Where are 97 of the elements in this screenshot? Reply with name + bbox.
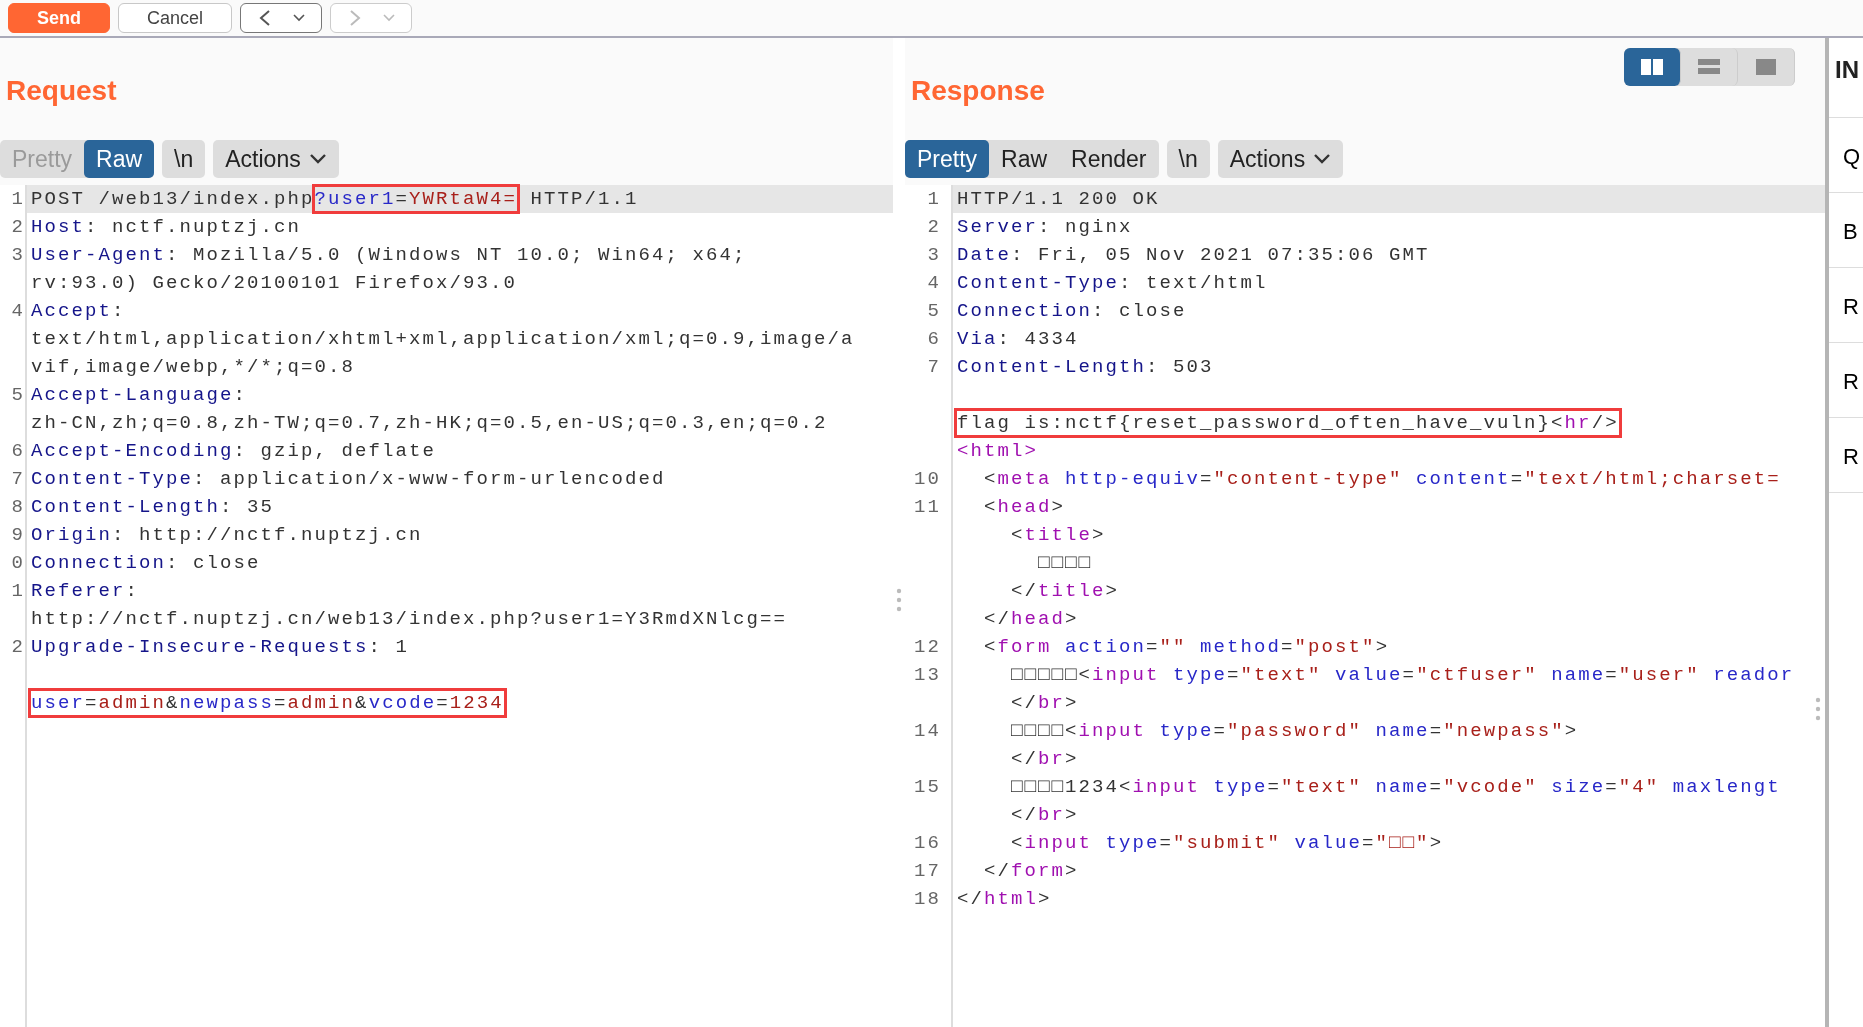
line-number: 2 <box>926 215 941 240</box>
layout-toggle[interactable] <box>1624 48 1681 86</box>
square-icon <box>1754 58 1778 76</box>
code-line: Accept: <box>30 299 127 324</box>
view-tab[interactable]: Raw <box>84 140 155 178</box>
code-line: </form> <box>983 859 1080 884</box>
code-line: Connection: close <box>30 551 262 576</box>
code-line: Origin: http://nctf.nuptzj.cn <box>30 523 424 548</box>
line-number: 16 <box>913 831 941 856</box>
code-line: Content-Length: 35 <box>30 495 276 520</box>
view-tab[interactable]: Render <box>1059 140 1159 178</box>
code-line: </br> <box>1010 691 1080 716</box>
line-number: 14 <box>913 719 941 744</box>
line-number: 18 <box>913 887 941 912</box>
code-line: vif,image/webp,*/*;q=0.8 <box>30 355 357 380</box>
code-line: </head> <box>983 607 1080 632</box>
caret-icon <box>293 14 306 22</box>
caret-icon <box>383 14 396 22</box>
code-line: Content-Length: 503 <box>956 355 1215 380</box>
line-number: 11 <box>913 495 941 520</box>
inspector-item[interactable]: R <box>1829 418 1863 493</box>
code-line: Accept-Language: <box>30 383 249 408</box>
chevron-down-icon <box>308 153 327 165</box>
newline-toggle[interactable]: \n <box>1166 140 1210 178</box>
code-line: </br> <box>1010 803 1080 828</box>
panel-title: Response <box>911 74 1045 108</box>
code-line: □□□□1234<input type="text" name="vcode" size="4" maxlengt <box>1010 775 1782 800</box>
inspector-item[interactable]: B <box>1829 193 1863 268</box>
code-line: <title> <box>1010 523 1107 548</box>
grip-icon <box>896 588 902 612</box>
code-line: Accept-Encoding: gzip, deflate <box>30 439 438 464</box>
line-number: 12 <box>913 635 941 660</box>
line-number: 17 <box>913 859 941 884</box>
code-line: Via: 4334 <box>956 327 1080 352</box>
code-line: Referer: <box>30 579 141 604</box>
code-line: </br> <box>1010 747 1080 772</box>
line-number: 1 <box>10 187 25 212</box>
code-line: □□□□<input type="password" name="newpass"> <box>1010 719 1580 744</box>
line-number: 1 <box>10 579 25 604</box>
line-number: 15 <box>913 775 941 800</box>
actions-button[interactable]: Actions <box>213 140 339 178</box>
code-line: Content-Type: text/html <box>956 271 1269 296</box>
code-line: <input type="submit" value="□□"> <box>1010 831 1445 856</box>
actions-button[interactable]: Actions <box>1217 140 1344 178</box>
back-button[interactable] <box>240 3 323 33</box>
line-number: 2 <box>10 215 25 240</box>
code-line: text/html,application/xhtml+xml,application/xml;q=0.9,image/a <box>30 327 856 352</box>
columns-icon <box>1640 58 1664 76</box>
code-line: flag is:nctf{reset_password_often_have_vuln}<hr/> <box>956 411 1620 436</box>
line-number: 10 <box>913 467 941 492</box>
code-line: <meta http-equiv="content-type" content="text/html;charset= <box>983 467 1782 492</box>
code-line: rv:93.0) Gecko/20100101 Firefox/93.0 <box>30 271 519 296</box>
line-number: 4 <box>10 299 25 324</box>
view-tab[interactable]: Pretty <box>905 140 990 178</box>
line-number: 8 <box>10 495 25 520</box>
view-tab[interactable]: Raw <box>989 140 1060 178</box>
code-line: <form action="" method="post"> <box>983 635 1391 660</box>
code-line: □□□□□<input type="text" value="ctfuser" name="user" reador <box>1010 663 1796 688</box>
line-number: 3 <box>926 243 941 268</box>
newline-toggle[interactable]: \n <box>162 140 206 178</box>
code-line: </title> <box>1010 579 1121 604</box>
code-line: User-Agent: Mozilla/5.0 (Windows NT 10.0; Win64; x64; <box>30 243 748 268</box>
line-number: 4 <box>926 271 941 296</box>
line-number: 7 <box>926 355 941 380</box>
inspector-item[interactable]: Q <box>1829 118 1863 193</box>
code-line: user=admin&newpass=admin&vcode=1234 <box>30 691 505 716</box>
code-line: □□□□ <box>1037 551 1094 576</box>
inspector-item[interactable]: R <box>1829 343 1863 418</box>
code-line: zh-CN,zh;q=0.8,zh-TW;q=0.7,zh-HK;q=0.5,en-US;q=0.3,en;q=0.2 <box>30 411 829 436</box>
line-number: 6 <box>10 439 25 464</box>
chevron-down-icon <box>1313 153 1332 165</box>
code-line: Connection: close <box>956 299 1188 324</box>
cancel-button[interactable]: Cancel <box>118 3 233 33</box>
code-line: </html> <box>956 887 1053 912</box>
line-number: 0 <box>10 551 25 576</box>
line-number: 2 <box>10 635 25 660</box>
line-number: 9 <box>10 523 25 548</box>
line-number: 5 <box>10 383 25 408</box>
line-number: 7 <box>10 467 25 492</box>
code-line: http://nctf.nuptzj.cn/web13/index.php?user1=Y3RmdXNlcg== <box>30 607 789 632</box>
code-line: Content-Type: application/x-www-form-urlencoded <box>30 467 667 492</box>
inspector-item[interactable]: R <box>1829 268 1863 343</box>
code-line: Host: nctf.nuptzj.cn <box>30 215 303 240</box>
panel-title: Request <box>6 74 117 108</box>
code-line: Server: nginx <box>956 215 1134 240</box>
code-line: <head> <box>983 495 1067 520</box>
line-number: 1 <box>926 187 941 212</box>
code-line: <html> <box>956 439 1039 464</box>
line-number: 3 <box>10 243 25 268</box>
rows-icon <box>1697 58 1721 76</box>
inspector-title: IN <box>1829 38 1863 118</box>
line-number: 5 <box>926 299 941 324</box>
grip-icon <box>1815 697 1821 721</box>
line-number: 13 <box>913 663 941 688</box>
line-number: 6 <box>926 327 941 352</box>
code-line: Date: Fri, 05 Nov 2021 07:35:06 GMT <box>956 243 1431 268</box>
code-line: Upgrade-Insecure-Requests: 1 <box>30 635 411 660</box>
